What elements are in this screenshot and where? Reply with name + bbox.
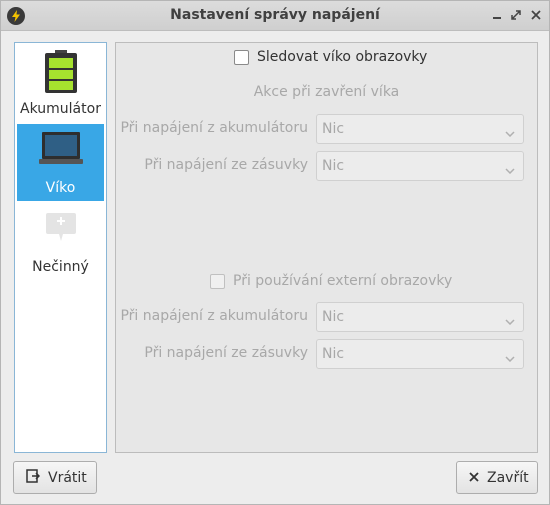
battery-action-select[interactable]: Nic [316, 114, 524, 144]
ac-action-value: Nic [322, 158, 345, 174]
battery-icon [43, 50, 79, 98]
lid-close-section-title: Akce při zavření víka [253, 84, 400, 100]
watch-lid-label: Sledovat víko obrazovky [257, 49, 428, 65]
window-title: Nastavení správy napájení [170, 7, 380, 23]
ext-ac-action-select[interactable]: Nic [316, 339, 524, 369]
watch-lid-checkbox-row[interactable]: Sledovat víko obrazovky [234, 49, 427, 65]
chevron-down-icon [505, 350, 515, 366]
sidebar-item-label: Víko [45, 180, 76, 196]
close-label: Zavřít [487, 469, 529, 486]
sidebar-item-battery[interactable]: Akumulátor [17, 45, 104, 122]
close-window-button[interactable] [528, 7, 544, 23]
ext-battery-action-value: Nic [322, 309, 345, 325]
ext-ac-action-value: Nic [322, 346, 345, 362]
chevron-down-icon [505, 313, 515, 329]
ac-action-label: Při napájení ze zásuvky [144, 157, 308, 173]
close-icon [469, 470, 479, 486]
power-settings-window: Nastavení správy napájení Akumulátor Vík… [0, 0, 550, 505]
maximize-button[interactable] [508, 7, 524, 23]
sidebar-item-label: Akumulátor [20, 101, 101, 117]
sidebar-item-label: Nečinný [32, 259, 89, 275]
lid-settings-panel: Sledovat víko obrazovky Akce při zavření… [115, 42, 538, 453]
battery-action-label: Při napájení z akumulátoru [120, 120, 308, 136]
idle-monitor-icon [45, 213, 76, 247]
revert-icon [26, 468, 41, 487]
chevron-down-icon [505, 125, 515, 141]
sidebar-item-lid[interactable]: Víko [17, 124, 104, 201]
laptop-lid-icon [38, 132, 83, 170]
close-button[interactable]: Zavřít [456, 461, 538, 494]
battery-action-value: Nic [322, 121, 345, 137]
category-sidebar: Akumulátor Víko Nečinný [14, 42, 107, 453]
external-display-label: Při používání externí obrazovky [233, 273, 453, 289]
watch-lid-checkbox[interactable] [234, 49, 249, 65]
ext-battery-action-label: Při napájení z akumulátoru [120, 308, 308, 324]
external-display-checkbox-row[interactable]: Při používání externí obrazovky [210, 273, 452, 289]
ext-ac-action-label: Při napájení ze zásuvky [144, 345, 308, 361]
titlebar: Nastavení správy napájení [1, 1, 549, 31]
ac-action-select[interactable]: Nic [316, 151, 524, 181]
chevron-down-icon [505, 162, 515, 178]
ext-battery-action-select[interactable]: Nic [316, 302, 524, 332]
sidebar-item-idle[interactable]: Nečinný [17, 203, 104, 280]
minimize-button[interactable] [489, 7, 505, 23]
external-display-checkbox[interactable] [210, 273, 225, 289]
revert-label: Vrátit [48, 469, 87, 486]
revert-button[interactable]: Vrátit [13, 461, 97, 494]
